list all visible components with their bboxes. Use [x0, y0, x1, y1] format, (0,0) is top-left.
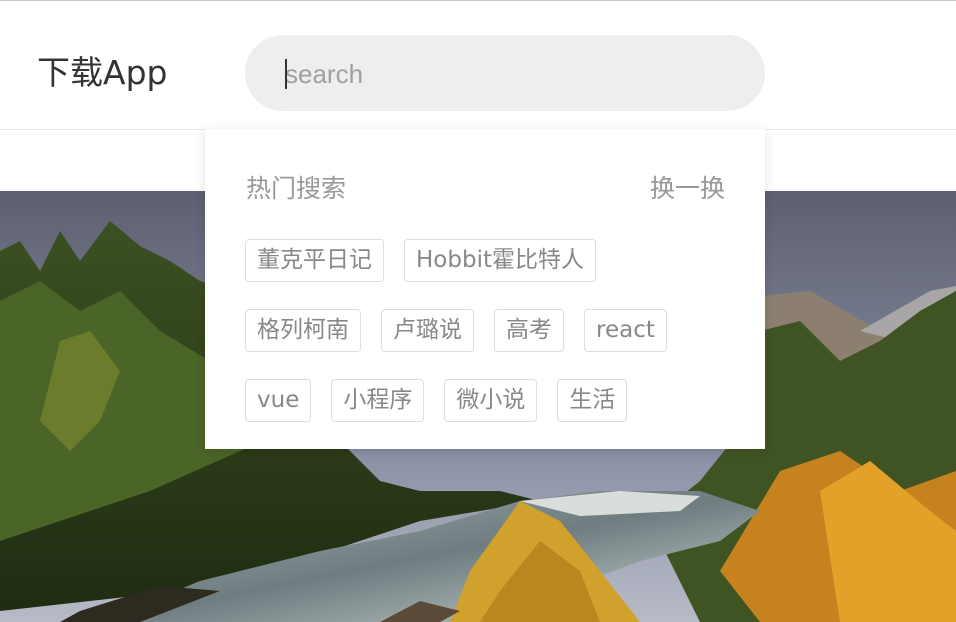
search-box[interactable]: [245, 35, 765, 111]
search-input[interactable]: [285, 55, 725, 93]
hot-search-tag[interactable]: 高考: [494, 309, 564, 352]
hot-search-tag[interactable]: 微小说: [444, 379, 538, 422]
hot-search-tag[interactable]: 格列柯南: [245, 309, 361, 352]
tag-row: vue 小程序 微小说 生活: [245, 379, 628, 423]
text-caret: [285, 59, 287, 89]
hot-search-title: 热门搜索: [246, 174, 347, 203]
download-app-link[interactable]: 下载App: [37, 53, 167, 93]
hot-search-tag[interactable]: vue: [245, 379, 312, 422]
hot-search-tag[interactable]: 董克平日记: [245, 239, 384, 282]
refresh-hot-search-button[interactable]: 换一换: [650, 173, 725, 205]
hot-search-tag[interactable]: react: [584, 309, 667, 352]
tag-row: 格列柯南 卢璐说 高考 react: [245, 309, 667, 353]
hot-search-tag[interactable]: Hobbit霍比特人: [404, 239, 596, 282]
hot-search-dropdown: 热门搜索 换一换 董克平日记 Hobbit霍比特人 格列柯南 卢璐说 高考 re…: [205, 129, 765, 449]
tag-row: 董克平日记 Hobbit霍比特人: [245, 239, 596, 283]
hot-search-tag[interactable]: 小程序: [331, 379, 425, 422]
hot-search-tag[interactable]: 卢璐说: [381, 309, 474, 352]
hot-search-tag[interactable]: 生活: [557, 379, 628, 422]
header-bar: 下载App: [0, 1, 956, 130]
